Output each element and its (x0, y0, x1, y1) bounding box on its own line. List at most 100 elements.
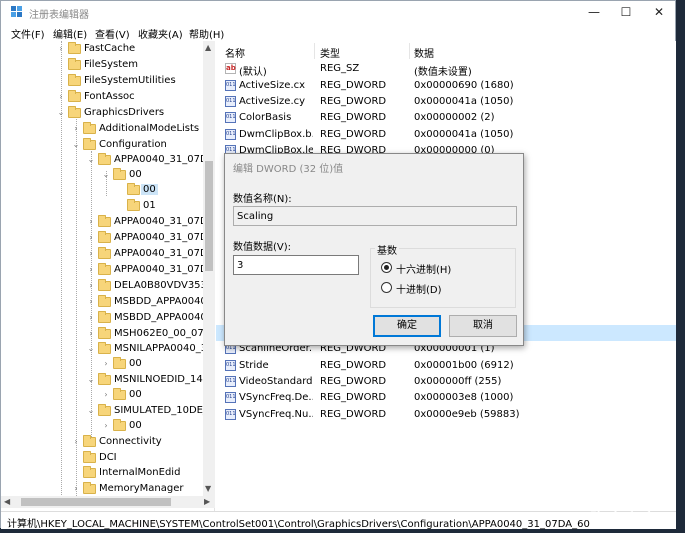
tree-item[interactable]: › MSBDD_APPA0040_ (1, 311, 212, 326)
string-value-icon: ab (225, 63, 236, 74)
chevron-down-icon[interactable]: ⌄ (86, 343, 96, 355)
tree-item[interactable]: ⌄ APPA0040_31_07DA (1, 153, 214, 168)
tree-vertical-scrollbar[interactable]: ▲ ▼ (203, 41, 215, 496)
chevron-right-icon[interactable]: › (56, 91, 66, 103)
chevron-right-icon[interactable]: › (86, 328, 96, 340)
window-title: 注册表编辑器 (29, 10, 89, 21)
cancel-button[interactable]: 取消 (449, 315, 517, 337)
tree-item[interactable]: › 00 (1, 388, 207, 403)
chevron-right-icon[interactable]: › (86, 312, 96, 324)
value-row[interactable]: VSyncFreq.De... REG_DWORD 0x000003e8 (10… (216, 390, 676, 406)
chevron-right-icon[interactable]: › (71, 436, 81, 448)
tree-item[interactable]: › FastCache (1, 42, 207, 57)
menu-view[interactable]: 查看(V) (95, 26, 130, 41)
tree-item[interactable]: ⌄ SIMULATED_10DE_0 (1, 404, 214, 419)
folder-icon (83, 451, 96, 463)
tree-item[interactable]: ⌄ MSNILNOEDID_141 (1, 373, 209, 388)
chevron-right-icon[interactable]: › (101, 389, 111, 401)
maximize-button[interactable]: ☐ (611, 3, 641, 21)
tree-item[interactable]: › Connectivity (1, 435, 207, 450)
chevron-down-icon[interactable]: ⌄ (86, 405, 96, 417)
chevron-right-icon[interactable]: › (86, 264, 96, 276)
tree-item[interactable]: › MSBDD_APPA0040_ (1, 295, 212, 310)
scroll-up-icon[interactable]: ▲ (205, 43, 211, 52)
tree-item[interactable]: › 00 (1, 357, 207, 372)
column-header-name[interactable]: 名称 (225, 45, 245, 60)
chevron-down-icon[interactable]: ⌄ (101, 169, 111, 181)
registry-key-tree[interactable]: › FastCache FileSystem FileSystemUtiliti… (1, 41, 215, 511)
tree-item[interactable]: ⌄ MSNILAPPA0040_31 (1, 342, 213, 357)
menu-help[interactable]: 帮助(H) (189, 26, 224, 41)
value-name-label: 数值名称(N): (233, 194, 292, 205)
column-header-data[interactable]: 数据 (414, 45, 434, 60)
tree-item[interactable]: ⌄ 00 (1, 168, 207, 183)
tree-item[interactable]: › DELA0B80VDV353V (1, 279, 214, 294)
close-button[interactable]: ✕ (644, 3, 674, 21)
column-header-type[interactable]: 类型 (320, 45, 340, 60)
dword-value-icon (225, 80, 236, 91)
chevron-right-icon[interactable]: › (86, 216, 96, 228)
radio-selected-icon[interactable] (381, 262, 392, 273)
chevron-right-icon[interactable]: › (71, 123, 81, 135)
chevron-down-icon[interactable]: ⌄ (86, 154, 96, 166)
tree-item[interactable]: › FontAssoc (1, 90, 207, 105)
scrollbar-thumb[interactable] (21, 498, 171, 506)
tree-item[interactable]: DCI (1, 451, 207, 466)
tree-item[interactable]: › MemoryManager (1, 482, 207, 497)
folder-icon (83, 466, 96, 478)
chevron-down-icon[interactable]: ⌄ (86, 374, 96, 386)
tree-item-selected[interactable]: 00 (1, 183, 207, 198)
chevron-right-icon[interactable]: › (86, 248, 96, 260)
tree-item[interactable]: › 00 (1, 419, 207, 434)
tree-item[interactable]: 01 (1, 199, 207, 214)
scrollbar-thumb[interactable] (205, 161, 213, 271)
value-row[interactable]: ActiveSize.cy REG_DWORD 0x0000041a (1050… (216, 94, 676, 110)
tree-item[interactable]: › AdditionalModeLists (1, 122, 207, 137)
tree-item[interactable]: › APPA0040_31_07DA (1, 247, 214, 262)
tree-item[interactable]: ⌄ Configuration (1, 138, 207, 153)
chevron-right-icon[interactable]: › (86, 232, 96, 244)
value-name-field[interactable] (233, 206, 517, 226)
dword-value-icon (225, 129, 236, 140)
chevron-right-icon[interactable]: › (101, 420, 111, 432)
chevron-right-icon[interactable]: › (101, 358, 111, 370)
tree-item[interactable]: FileSystem (1, 58, 207, 73)
chevron-right-icon[interactable]: › (71, 483, 81, 495)
scroll-right-icon[interactable]: ▶ (204, 497, 210, 506)
tree-item-label: 00 (129, 420, 142, 431)
tree-item[interactable]: FileSystemUtilities (1, 74, 207, 89)
tree-item[interactable]: › APPA0040_31_07DA (1, 231, 214, 246)
dword-value-icon (225, 360, 236, 371)
tree-horizontal-scrollbar[interactable]: ◀ ▶ (1, 496, 215, 508)
chevron-down-icon[interactable]: ⌄ (71, 139, 81, 151)
chevron-down-icon[interactable]: ⌄ (56, 107, 66, 119)
tree-item-label: MSH062E0_00_07DE (114, 328, 215, 339)
tree-item[interactable]: InternalMonEdid (1, 466, 207, 481)
value-row[interactable]: DwmClipBox.b... REG_DWORD 0x0000041a (10… (216, 127, 676, 143)
tree-item[interactable]: › APPA0040_31_07DA (1, 215, 214, 230)
chevron-right-icon[interactable]: › (56, 43, 66, 55)
chevron-right-icon[interactable]: › (86, 296, 96, 308)
tree-item[interactable]: › APPA0040_31_07DA (1, 263, 214, 278)
value-row[interactable]: VSyncFreq.Nu... REG_DWORD 0x0000e9eb (59… (216, 407, 676, 423)
edit-dword-dialog: 编辑 DWORD (32 位)值 数值名称(N): 数值数据(V): 基数 十六… (224, 153, 524, 346)
value-row[interactable]: ab (默认) REG_SZ (数值未设置) (216, 61, 676, 78)
minimize-button[interactable]: — (579, 3, 609, 21)
base-groupbox: 基数 十六进制(H) 十进制(D) (370, 242, 516, 308)
value-row[interactable]: ColorBasis REG_DWORD 0x00000002 (2) (216, 110, 676, 126)
folder-icon (98, 279, 111, 291)
tree-item[interactable]: › MSH062E0_00_07DE (1, 327, 214, 342)
value-row[interactable]: ActiveSize.cx REG_DWORD 0x00000690 (1680… (216, 78, 676, 94)
tree-item[interactable]: ⌄ GraphicsDrivers (1, 106, 207, 121)
menu-favorites[interactable]: 收藏夹(A) (138, 26, 183, 41)
value-row[interactable]: VideoStandard REG_DWORD 0x000000ff (255) (216, 374, 676, 390)
radio-unselected-icon[interactable] (381, 282, 392, 293)
value-row[interactable]: Stride REG_DWORD 0x00001b00 (6912) (216, 358, 676, 374)
ok-button[interactable]: 确定 (373, 315, 441, 337)
chevron-right-icon[interactable]: › (86, 280, 96, 292)
scroll-down-icon[interactable]: ▼ (205, 484, 211, 493)
menu-file[interactable]: 文件(F) (11, 26, 45, 41)
menu-edit[interactable]: 编辑(E) (53, 26, 87, 41)
scroll-left-icon[interactable]: ◀ (4, 497, 10, 506)
value-data-field[interactable] (233, 255, 359, 275)
